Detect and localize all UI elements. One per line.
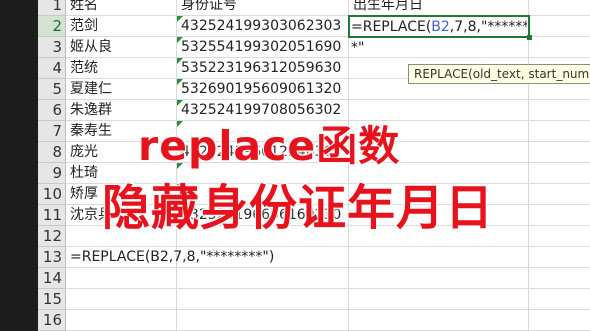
cell[interactable] bbox=[529, 310, 590, 331]
cell[interactable] bbox=[529, 121, 590, 142]
row-header[interactable]: 13 bbox=[38, 247, 66, 268]
overlay-title: replace函数 bbox=[137, 121, 401, 171]
fill-handle[interactable] bbox=[527, 35, 532, 40]
row-header[interactable]: 10 bbox=[38, 184, 66, 205]
tooltip-function-signature: REPLACE(old_text, start_num, num_chars, … bbox=[408, 64, 590, 84]
cell[interactable] bbox=[529, 0, 590, 16]
formula-editor[interactable]: =REPLACE(B2,7,8,"******** bbox=[351, 17, 527, 36]
cell[interactable] bbox=[177, 268, 349, 289]
id-cell[interactable]: 532690195609061320 bbox=[177, 79, 349, 100]
id-cell[interactable]: 532554199302051690 bbox=[177, 37, 349, 58]
row-header[interactable]: 4 bbox=[38, 58, 66, 79]
row-header[interactable]: 16 bbox=[38, 310, 66, 331]
cell[interactable] bbox=[529, 163, 590, 184]
cell[interactable] bbox=[529, 37, 590, 58]
formula-text-cell[interactable]: =REPLACE(B2,7,8,"********") bbox=[66, 247, 274, 268]
cell[interactable] bbox=[177, 310, 349, 331]
cell[interactable] bbox=[66, 310, 177, 331]
cell[interactable] bbox=[349, 247, 529, 268]
cell[interactable] bbox=[529, 268, 590, 289]
cell[interactable] bbox=[349, 268, 529, 289]
name-cell[interactable]: 姬从良 bbox=[66, 37, 177, 58]
name-cell[interactable]: 范剑 bbox=[66, 16, 177, 37]
column-header-birth[interactable]: 出生年月日 bbox=[349, 0, 529, 16]
row-header[interactable]: 8 bbox=[38, 142, 66, 163]
cell[interactable] bbox=[66, 268, 177, 289]
id-cell[interactable]: 535223196312059630 bbox=[177, 58, 349, 79]
cell[interactable] bbox=[349, 289, 529, 310]
row-header[interactable]: 6 bbox=[38, 100, 66, 121]
row-header[interactable]: 12 bbox=[38, 226, 66, 247]
name-cell[interactable]: 范统 bbox=[66, 58, 177, 79]
row-header[interactable]: 7 bbox=[38, 121, 66, 142]
row-header[interactable]: 2 bbox=[38, 16, 66, 37]
cell[interactable] bbox=[349, 310, 529, 331]
cell[interactable] bbox=[529, 184, 590, 205]
cell[interactable] bbox=[529, 100, 590, 121]
cell[interactable] bbox=[177, 289, 349, 310]
cell[interactable] bbox=[529, 226, 590, 247]
formula-prefix: =REPLACE( bbox=[351, 19, 432, 35]
name-cell[interactable]: 夏建仁 bbox=[66, 79, 177, 100]
row-header[interactable]: 3 bbox=[38, 37, 66, 58]
row-header[interactable]: 5 bbox=[38, 79, 66, 100]
row-header[interactable]: 15 bbox=[38, 289, 66, 310]
overlay-subtitle: 隐藏身份证年月日 bbox=[101, 179, 495, 237]
id-cell[interactable]: 432524199303062303 bbox=[177, 16, 349, 37]
column-header-id[interactable]: 身份证号 bbox=[177, 0, 349, 16]
formula-cell-reference: B2 bbox=[431, 19, 450, 35]
row-header[interactable]: 9 bbox=[38, 163, 66, 184]
cell[interactable] bbox=[529, 16, 590, 37]
cell[interactable] bbox=[529, 289, 590, 310]
cell[interactable] bbox=[529, 247, 590, 268]
row-header[interactable]: 14 bbox=[38, 268, 66, 289]
column-header-name[interactable]: 姓名 bbox=[66, 0, 177, 16]
formula-editor-line2: *" bbox=[351, 38, 391, 57]
row-header[interactable]: 11 bbox=[38, 205, 66, 226]
cell[interactable] bbox=[177, 247, 349, 268]
cell[interactable] bbox=[529, 142, 590, 163]
cell[interactable] bbox=[66, 289, 177, 310]
formula-suffix: ,7,8,"******** bbox=[449, 19, 527, 35]
row-header[interactable]: 1 bbox=[38, 0, 66, 16]
cell[interactable] bbox=[529, 205, 590, 226]
